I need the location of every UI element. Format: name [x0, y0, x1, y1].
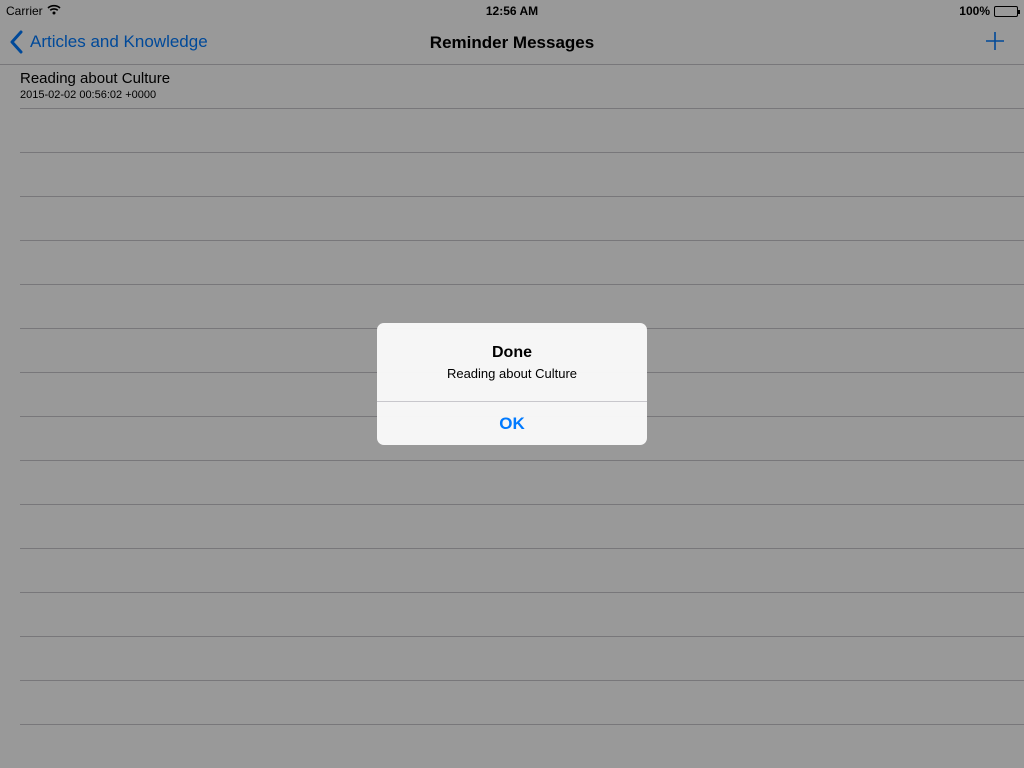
alert-message: Reading about Culture	[446, 366, 578, 381]
alert-dialog: Done Reading about Culture OK	[377, 323, 647, 445]
ok-button[interactable]: OK	[377, 402, 647, 445]
alert-title: Done	[492, 344, 532, 361]
screen: Carrier 12:56 AM 100% Articles and Knowl…	[0, 0, 1024, 768]
